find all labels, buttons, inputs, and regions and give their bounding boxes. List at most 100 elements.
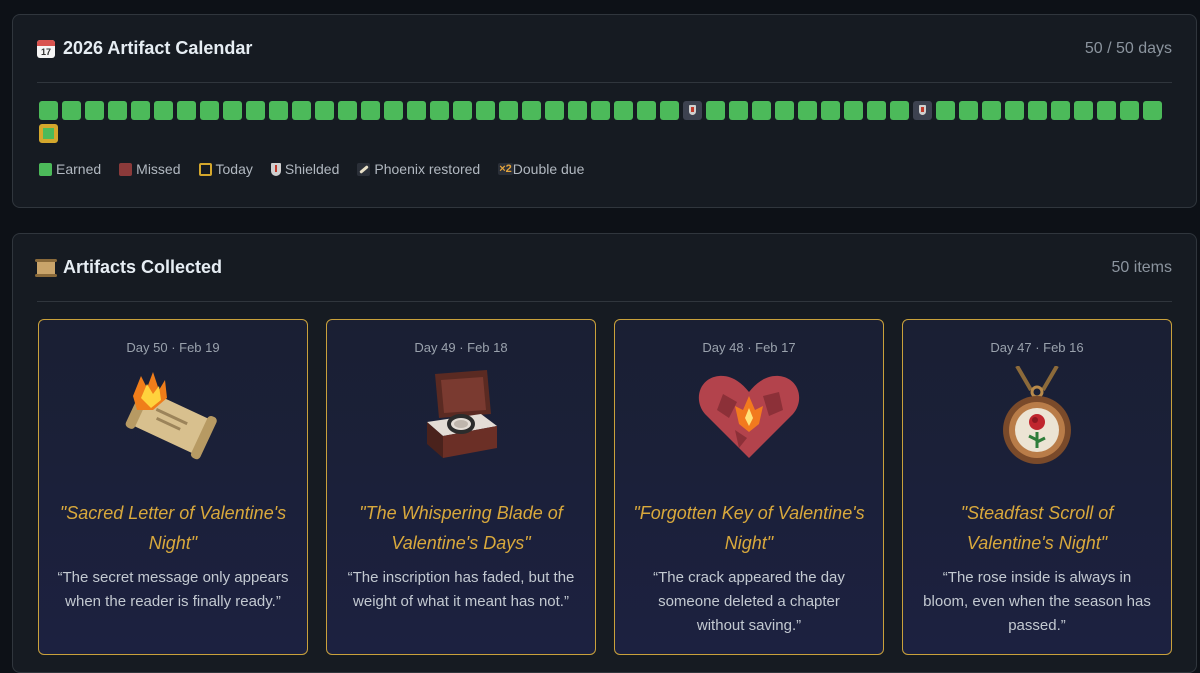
rose-locket-icon: [1003, 366, 1071, 464]
day-cell-earned[interactable]: [430, 101, 449, 120]
day-cell-earned[interactable]: [1097, 101, 1116, 120]
artifact-name: "Steadfast Scroll of Valentine's Night": [960, 503, 1114, 553]
day-cell-earned[interactable]: [39, 101, 58, 120]
day-cell-earned[interactable]: [338, 101, 357, 120]
card-date: Day 50 · Feb 19: [126, 340, 220, 355]
scroll-icon: [35, 258, 57, 277]
double-badge-icon: ×2: [498, 163, 513, 175]
card-date: Day 47 · Feb 16: [990, 340, 1084, 355]
day-cell-earned[interactable]: [1074, 101, 1093, 120]
day-cell-earned[interactable]: [154, 101, 173, 120]
day-cell-earned[interactable]: [637, 101, 656, 120]
day-cell-earned[interactable]: [867, 101, 886, 120]
cracked-heart-icon: [698, 375, 800, 458]
day-cell-earned[interactable]: [752, 101, 771, 120]
artifact-card[interactable]: Day 48 · Feb 17 "Forgotten Key of Valent…: [614, 319, 884, 655]
legend-phoenix: Phoenix restored: [357, 161, 480, 177]
day-cell-earned[interactable]: [200, 101, 219, 120]
legend-double: ×2 Double due: [498, 161, 584, 177]
artifact-quote: “The inscription has faded, but the weig…: [347, 569, 575, 610]
day-cell-earned[interactable]: [315, 101, 334, 120]
day-cell-shielded[interactable]: [913, 101, 932, 120]
day-cell-earned[interactable]: [269, 101, 288, 120]
day-cell-earned[interactable]: [1120, 101, 1139, 120]
day-cell-earned[interactable]: [844, 101, 863, 120]
legend-earned-label: Earned: [56, 161, 102, 177]
day-cell-earned[interactable]: [591, 101, 610, 120]
day-cell-earned[interactable]: [522, 101, 541, 120]
card-date: Day 49 · Feb 18: [414, 340, 508, 355]
day-cell-earned[interactable]: [775, 101, 794, 120]
day-cell-earned[interactable]: [890, 101, 909, 120]
day-cell-earned[interactable]: [798, 101, 817, 120]
artifacts-header: Artifacts Collected 50 items: [35, 234, 1172, 302]
day-cell-earned[interactable]: [407, 101, 426, 120]
artifact-quote: “The rose inside is always in bloom, eve…: [923, 569, 1151, 634]
artifact-name: "Sacred Letter of Valentine's Night": [59, 503, 287, 553]
day-cell-earned[interactable]: [729, 101, 748, 120]
day-cell-earned[interactable]: [1051, 101, 1070, 120]
day-cell-earned[interactable]: [453, 101, 472, 120]
day-cell-earned[interactable]: [1143, 101, 1162, 120]
day-cell-earned[interactable]: [85, 101, 104, 120]
day-cell-earned[interactable]: [476, 101, 495, 120]
artifacts-panel: Artifacts Collected 50 items Day 50 · Fe…: [12, 233, 1197, 673]
calendar-legend: Earned Missed Today Shielded Phoenix res…: [39, 161, 584, 177]
day-cell-earned[interactable]: [982, 101, 1001, 120]
legend-shielded: Shielded: [270, 161, 340, 177]
calendar-day-count: 50 / 50 days: [1084, 39, 1172, 57]
day-cell-shielded[interactable]: [683, 101, 702, 120]
artifact-name: "Forgotten Key of Valentine's Night": [633, 503, 865, 553]
day-cell-earned[interactable]: [936, 101, 955, 120]
artifact-card[interactable]: Day 50 · Feb 19 "Sacred Letter of Valent…: [38, 319, 308, 655]
calendar-title: 2026 Artifact Calendar: [63, 38, 253, 58]
day-cell-earned[interactable]: [131, 101, 150, 120]
day-cell-earned[interactable]: [361, 101, 380, 120]
day-cell-earned[interactable]: [292, 101, 311, 120]
day-grid: [39, 101, 1167, 143]
ring-box-icon: [427, 370, 497, 458]
calendar-icon-day: 17: [40, 46, 51, 57]
legend-today: Today: [198, 161, 253, 177]
day-cell-earned[interactable]: [614, 101, 633, 120]
legend-today-label: Today: [215, 161, 253, 177]
day-cell-earned[interactable]: [246, 101, 265, 120]
legend-missed-label: Missed: [136, 161, 181, 177]
artifact-card[interactable]: Day 47 · Feb 16 "Steadfast Scroll of Val…: [902, 319, 1172, 655]
artifact-name: "The Whispering Blade of Valentine's Day…: [359, 503, 563, 553]
legend-missed: Missed: [119, 161, 181, 177]
calendar-header: 17 2026 Artifact Calendar 50 / 50 days: [37, 15, 1172, 83]
legend-earned: Earned: [39, 161, 101, 177]
burning-scroll-icon: [125, 372, 217, 460]
day-cell-earned[interactable]: [706, 101, 725, 120]
legend-double-label: Double due: [512, 161, 585, 177]
shield-icon: [270, 162, 281, 176]
day-cell-earned[interactable]: [959, 101, 978, 120]
artifact-quote: “The secret message only appears when th…: [57, 569, 289, 610]
day-cell-earned[interactable]: [545, 101, 564, 120]
artifact-card[interactable]: Day 49 · Feb 18 "The Whispering Blade of…: [326, 319, 596, 655]
legend-phoenix-label: Phoenix restored: [374, 161, 481, 177]
day-cell-earned[interactable]: [177, 101, 196, 120]
calendar-title-group: 17 2026 Artifact Calendar: [37, 38, 252, 59]
day-cell-earned[interactable]: [62, 101, 81, 120]
artifacts-title-group: Artifacts Collected: [35, 257, 223, 278]
calendar-icon: 17: [37, 39, 55, 58]
day-cell-earned[interactable]: [821, 101, 840, 120]
legend-shielded-label: Shielded: [284, 161, 340, 177]
today-swatch: [198, 162, 212, 176]
day-cell-earned[interactable]: [1005, 101, 1024, 120]
day-cell-earned[interactable]: [384, 101, 403, 120]
artifacts-title: Artifacts Collected: [63, 257, 223, 277]
calendar-panel: 17 2026 Artifact Calendar 50 / 50 days E…: [12, 14, 1197, 208]
day-cell-earned[interactable]: [499, 101, 518, 120]
day-cell-earned[interactable]: [660, 101, 679, 120]
day-cell-earned[interactable]: [223, 101, 242, 120]
artifact-quote: “The crack appeared the day someone dele…: [653, 569, 845, 634]
day-cell-today[interactable]: [39, 124, 58, 143]
day-cell-earned[interactable]: [568, 101, 587, 120]
day-cell-earned[interactable]: [108, 101, 127, 120]
missed-swatch: [119, 162, 133, 176]
day-cell-earned[interactable]: [1028, 101, 1047, 120]
earned-swatch: [39, 162, 52, 176]
